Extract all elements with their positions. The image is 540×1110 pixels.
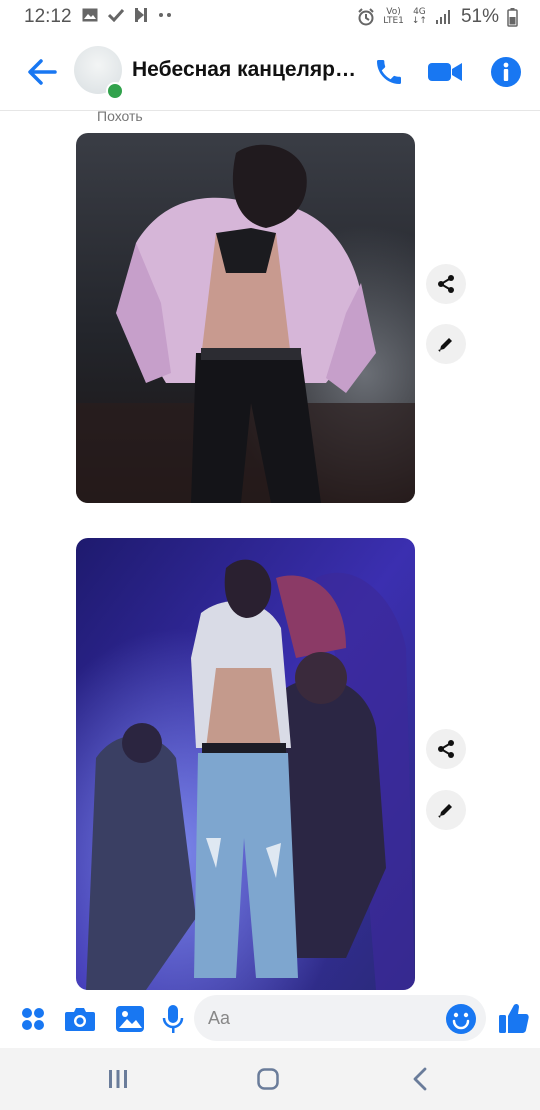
alarm-icon [358,8,374,26]
share-icon [438,740,454,758]
chevron-left-icon [413,1067,427,1091]
edit-photo-2-button[interactable] [426,790,466,830]
status-bar: 12:12 Vo) LTE1 4G ↓↑ 51% [0,0,540,34]
more-actions-button[interactable] [16,1002,50,1036]
home-button[interactable] [250,1062,286,1096]
shared-photo-2[interactable] [76,538,415,990]
conversation-info-button[interactable] [488,54,524,90]
photo-1-image [76,133,415,503]
recent-apps-icon [109,1070,127,1088]
camera-icon [65,1008,95,1031]
edit-photo-1-button[interactable] [426,324,466,364]
photo-2-image [76,538,415,990]
emoji-icon [446,1004,476,1034]
data-indicator: 4G ↓↑ [411,7,427,26]
volte-indicator: Vo) LTE1 [383,7,404,26]
recent-apps-button[interactable] [100,1062,136,1096]
phone-icon [377,60,401,84]
more-notifications-icon [159,13,171,17]
signal-icon [435,10,450,24]
chat-header: Небесная канцеляр… [0,34,540,111]
like-button[interactable] [496,1000,532,1036]
system-navigation-bar [0,1048,540,1110]
apps-grid-icon [22,1008,44,1030]
voice-call-button[interactable] [370,54,408,90]
image-notification-icon [82,8,98,22]
back-button[interactable] [22,54,62,90]
battery-percent: 51% [460,6,499,27]
sender-name: Похоть [97,108,143,124]
app-notification-icon [135,8,147,22]
camera-button[interactable] [62,1002,98,1036]
share-photo-2-button[interactable] [426,729,466,769]
video-call-button[interactable] [426,54,464,90]
online-status-dot [106,82,124,100]
microphone-icon [162,1005,184,1033]
shared-photo-1[interactable] [76,133,415,503]
home-icon [257,1068,279,1090]
check-notification-icon [108,8,124,22]
video-camera-icon [428,63,462,81]
thumbs-up-icon [499,1003,529,1033]
pencil-icon [438,804,452,818]
share-icon [438,275,454,293]
back-arrow-icon [28,59,57,85]
voice-message-button[interactable] [158,1002,188,1036]
emoji-button[interactable] [444,1002,478,1036]
chat-title[interactable]: Небесная канцеляр… [132,58,356,82]
battery-icon [507,7,518,27]
system-back-button[interactable] [402,1062,438,1096]
share-photo-1-button[interactable] [426,264,466,304]
gallery-icon [116,1006,144,1032]
pencil-icon [438,338,452,352]
status-time: 12:12 [24,6,72,27]
message-composer [0,992,540,1046]
notification-icons [82,7,172,23]
info-icon [491,57,521,87]
gallery-button[interactable] [112,1002,148,1036]
message-input[interactable] [194,995,486,1041]
